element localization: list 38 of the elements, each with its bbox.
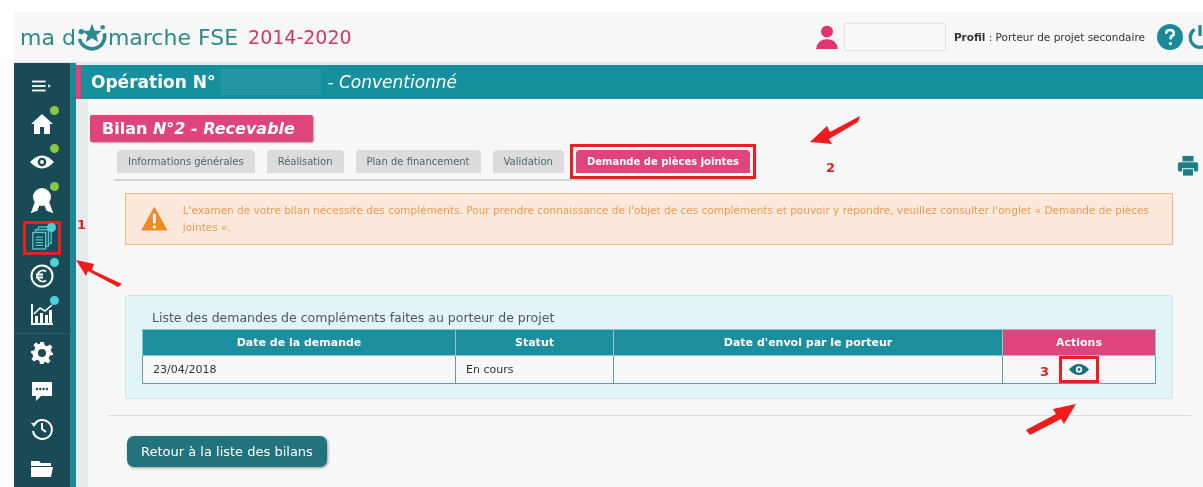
alert-message: L'examen de votre bilan nécessite des compléments. Pour prendre connaissance de l'objet de ces compléments et pouvoir y répondre, veuillez consulter l'onglet « Demande de pièces jointes ». xyxy=(182,203,1151,235)
table-cell: 23/04/2018 xyxy=(142,355,456,384)
eye-icon[interactable] xyxy=(29,153,55,171)
tab[interactable]: Plan de financement xyxy=(355,150,481,173)
callout-number: 1 xyxy=(77,217,87,232)
documents-icon[interactable] xyxy=(31,226,53,250)
column-header: Statut xyxy=(455,329,614,356)
operation-title: Opération N° xyxy=(91,72,216,92)
callout-number: 2 xyxy=(826,160,836,175)
euro-icon[interactable] xyxy=(30,264,54,288)
profile-text: Profil : Porteur de projet secondaire xyxy=(953,31,1145,43)
user-icon xyxy=(813,24,840,50)
tab[interactable]: Informations générales xyxy=(117,150,255,173)
tab[interactable]: Validation xyxy=(492,150,564,173)
logo-text: ma d xyxy=(20,24,76,50)
panel-title: Liste des demandes de compléments faites au porteur de projet xyxy=(152,309,556,325)
table-cell: En cours xyxy=(455,355,614,384)
home-icon[interactable] xyxy=(30,112,54,136)
award-icon[interactable] xyxy=(30,187,54,213)
printer-icon[interactable] xyxy=(1177,154,1199,177)
settings-icon[interactable] xyxy=(30,341,54,365)
view-icon[interactable] xyxy=(1068,361,1090,377)
chart-icon[interactable] xyxy=(30,302,54,326)
callout-number: 3 xyxy=(1040,364,1050,379)
logo-years: 2014-2020 xyxy=(248,26,352,48)
column-header: Actions xyxy=(1002,329,1156,356)
help-icon[interactable] xyxy=(1157,24,1183,50)
tab[interactable]: Demande de pièces jointes xyxy=(575,150,751,173)
chat-icon[interactable] xyxy=(30,379,54,403)
warning-icon xyxy=(140,205,169,233)
operation-status: - Conventionné xyxy=(327,72,458,92)
tab[interactable]: Réalisation xyxy=(266,150,344,173)
back-button[interactable]: Retour à la liste des bilans xyxy=(127,435,327,467)
logo-text: marche FSE xyxy=(107,24,239,50)
column-header: Date de la demande xyxy=(142,329,456,356)
column-header: Date d'envoi par le porteur xyxy=(613,329,1003,356)
bilan-label: Bilan N°2 - Recevable xyxy=(90,115,313,142)
history-icon[interactable] xyxy=(30,417,54,441)
